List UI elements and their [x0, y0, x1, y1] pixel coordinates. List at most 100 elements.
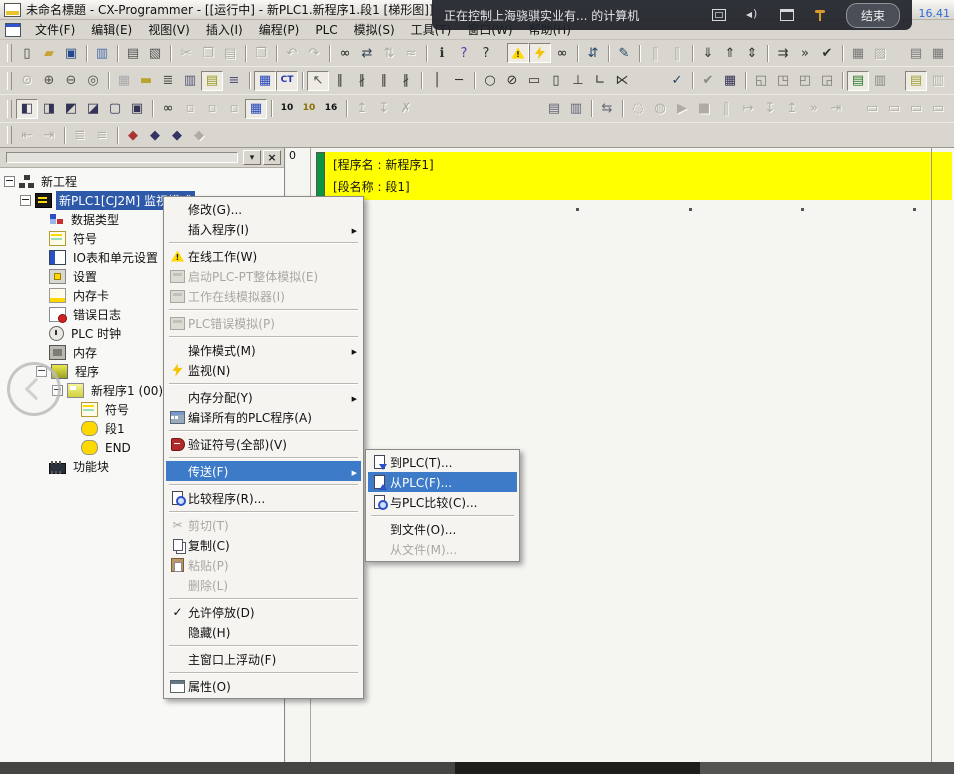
new-or-contact-icon[interactable]: ∥	[373, 71, 395, 91]
find-online-icon[interactable]: ∞	[551, 43, 573, 63]
monitor-decimal-icon[interactable]: 10	[276, 99, 298, 119]
menu-item-work-online-simulator[interactable]: 工作在线模拟器(I)	[166, 286, 361, 306]
submenu-item-from-file[interactable]: 从文件(M)...	[368, 539, 517, 559]
sim-pause-icon[interactable]: ‖	[715, 99, 737, 119]
new-file-icon[interactable]: ▯	[16, 43, 38, 63]
bookmark-clear-icon[interactable]: ◆	[188, 125, 210, 145]
new-closed-contact-icon[interactable]: ∦	[351, 71, 373, 91]
transfer-online-icon[interactable]: ⇵	[582, 43, 604, 63]
print-icon[interactable]: ▤	[122, 43, 144, 63]
online-edit-icon[interactable]: ✎	[613, 43, 635, 63]
toolbar-grip[interactable]	[7, 72, 12, 90]
print-preview-icon[interactable]: ▧	[144, 43, 166, 63]
compare-with-plc-icon[interactable]: ⇕	[741, 43, 763, 63]
panel-menu-button[interactable]	[243, 150, 261, 165]
find-address-icon[interactable]: ∞	[157, 99, 179, 119]
cascade-windows-icon[interactable]: ▭	[861, 99, 883, 119]
menu-item-work-online[interactable]: 在线工作(W)	[166, 246, 361, 266]
menu-edit[interactable]: 编辑(E)	[83, 19, 140, 40]
submenu-item-to-plc[interactable]: 到PLC(T)...	[368, 452, 517, 472]
redo-icon[interactable]: ↷	[303, 43, 325, 63]
menu-item-transfer[interactable]: 传送(F)	[166, 461, 361, 481]
symbol-bar-icon[interactable]: ≣	[157, 71, 179, 91]
new-coil-icon[interactable]: ○	[479, 71, 501, 91]
tile-horizontal-icon[interactable]: ▭	[883, 99, 905, 119]
bookmark-red-icon[interactable]: ◆	[122, 125, 144, 145]
step-run-icon[interactable]: ↦	[737, 99, 759, 119]
pause-at-icon[interactable]: ◌	[627, 99, 649, 119]
memory-bar-icon[interactable]: ▦	[927, 43, 949, 63]
compile-all-icon[interactable]: ▦	[719, 71, 741, 91]
io-comment-view-icon[interactable]: ▦	[254, 71, 276, 91]
simulator-transfer-icon[interactable]: ⇆	[596, 99, 618, 119]
watch-window-icon[interactable]: ◩	[60, 99, 82, 119]
pause-icon[interactable]: ‖	[666, 43, 688, 63]
step-out-icon[interactable]: ↥	[781, 99, 803, 119]
menu-item-verify-symbols-all[interactable]: 验证符号(全部)(V)	[166, 434, 361, 454]
about-icon[interactable]: ℹ	[431, 43, 453, 63]
menu-item-copy[interactable]: 复制(C)	[166, 535, 361, 555]
submenu-item-from-plc[interactable]: 从PLC(F)...	[368, 472, 517, 492]
menu-item-properties[interactable]: 属性(O)	[166, 676, 361, 696]
context-help-icon[interactable]: ?	[475, 43, 497, 63]
send-program-icon[interactable]: »	[794, 43, 816, 63]
new-instruction-icon[interactable]: ▯	[545, 71, 567, 91]
save-icon[interactable]: ▣	[60, 43, 82, 63]
paste-icon[interactable]: ▤	[219, 43, 241, 63]
find-replace-icon[interactable]: ⇄	[356, 43, 378, 63]
new-closed-coil-icon[interactable]: ⊘	[501, 71, 523, 91]
ladder-backup-icon[interactable]: ▤	[543, 99, 565, 119]
menu-item-hide[interactable]: 隐藏(H)	[166, 622, 361, 642]
remote-control-icon[interactable]	[814, 9, 826, 22]
cut-icon[interactable]: ✂	[175, 43, 197, 63]
monitor-display-icon[interactable]: ▫	[223, 99, 245, 119]
submenu-item-to-file[interactable]: 到文件(O)...	[368, 519, 517, 539]
find-next-icon[interactable]: ⇅	[378, 43, 400, 63]
sim-play-icon[interactable]: ▶	[671, 99, 693, 119]
volume-icon[interactable]	[746, 9, 760, 21]
sim-scan-icon[interactable]: ◍	[649, 99, 671, 119]
symbol-table-icon[interactable]: ▤	[905, 71, 927, 91]
upload-from-plc-icon[interactable]: ⇑	[719, 43, 741, 63]
toolbar-grip[interactable]	[7, 126, 12, 144]
undo-icon[interactable]: ↶	[281, 43, 303, 63]
select-mode-icon[interactable]: ↖	[307, 71, 329, 91]
expand-toggle[interactable]	[20, 195, 31, 206]
zoom-in-icon[interactable]: ⊕	[38, 71, 60, 91]
clock-bar-icon[interactable]: ▤	[905, 43, 927, 63]
new-function-block-icon[interactable]: ▭	[523, 71, 545, 91]
step-in-icon[interactable]: ↧	[759, 99, 781, 119]
menu-view[interactable]: 视图(V)	[140, 19, 198, 40]
force-cancel-icon[interactable]: ✗	[395, 99, 417, 119]
output-window-icon[interactable]: ◨	[38, 99, 60, 119]
invert-icon[interactable]: ⊥	[567, 71, 589, 91]
menu-item-memory-allocation[interactable]: 内存分配(Y)	[166, 387, 361, 407]
paste-special-icon[interactable]: ❐	[250, 43, 272, 63]
rung-display-icon[interactable]: ▫	[201, 99, 223, 119]
menu-item-float-on-main[interactable]: 主窗口上浮动(F)	[166, 649, 361, 669]
connect-line-icon[interactable]: ∟	[589, 71, 611, 91]
ladder-view-icon[interactable]: ▤	[201, 71, 223, 91]
mnemonic-view-icon[interactable]: ≡	[223, 71, 245, 91]
new-closed-or-contact-icon[interactable]: ∦	[395, 71, 417, 91]
menu-insert[interactable]: 插入(I)	[198, 19, 251, 40]
program-check-icon[interactable]: ✓	[666, 71, 688, 91]
insert-rung-icon[interactable]: ◱	[750, 71, 772, 91]
data-display-icon[interactable]: ▦	[245, 99, 267, 119]
menu-item-operation-mode[interactable]: 操作模式(M)	[166, 340, 361, 360]
menu-programming[interactable]: 编程(P)	[251, 19, 308, 40]
project-window-icon[interactable]: ◧	[16, 99, 38, 119]
find-in-files-icon[interactable]: ≈	[400, 43, 422, 63]
new-contact-icon[interactable]: ∥	[329, 71, 351, 91]
continuous-run-icon[interactable]: »	[803, 99, 825, 119]
monitor-icon[interactable]	[529, 43, 551, 63]
panel-drag-handle[interactable]	[6, 152, 238, 163]
find-icon[interactable]: ∞	[334, 43, 356, 63]
menu-file[interactable]: 文件(F)	[27, 19, 83, 40]
delete-row-icon[interactable]: ◲	[816, 71, 838, 91]
compile-program-icon[interactable]: ✔	[697, 71, 719, 91]
toolbar-grip[interactable]	[7, 44, 12, 62]
io-table-bar-icon[interactable]: ▦	[847, 43, 869, 63]
vertical-line-icon[interactable]: │	[426, 71, 448, 91]
delete-line-icon[interactable]: ⋉	[611, 71, 633, 91]
